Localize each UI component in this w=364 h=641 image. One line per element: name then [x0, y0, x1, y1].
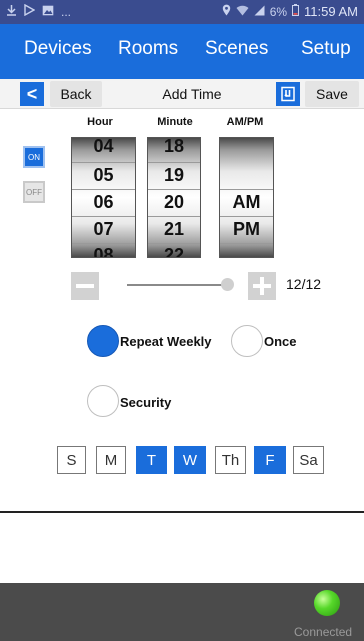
am-option[interactable]: AM [220, 192, 273, 213]
save-icon[interactable] [276, 82, 300, 106]
day-friday[interactable]: F [254, 446, 286, 474]
minute-option[interactable]: 18 [148, 138, 200, 157]
hour-option[interactable]: 07 [72, 219, 135, 240]
picker-divider [72, 162, 135, 163]
tab-scenes[interactable]: Scenes [205, 38, 268, 60]
slider-track[interactable] [127, 284, 227, 286]
wifi-icon [236, 5, 249, 19]
back-arrow-icon[interactable]: < [20, 82, 44, 106]
tab-setup[interactable]: Setup [301, 38, 351, 60]
location-icon [222, 4, 231, 19]
overflow-text: ... [61, 4, 72, 19]
pm-option[interactable]: PM [220, 219, 273, 240]
hour-option[interactable]: 08 [72, 245, 135, 257]
decrement-button[interactable] [71, 272, 99, 300]
toolbar: < Back Add Time Save [0, 79, 364, 109]
picker-divider [72, 216, 135, 217]
ampm-heading: AM/PM [226, 116, 264, 128]
day-monday[interactable]: M [96, 446, 126, 474]
hour-option[interactable]: 05 [72, 165, 135, 186]
back-button[interactable]: Back [50, 81, 102, 107]
security-label: Security [120, 395, 172, 410]
picker-divider [72, 189, 135, 190]
repeat-weekly-label: Repeat Weekly [120, 334, 212, 349]
day-saturday[interactable]: Sa [293, 446, 324, 474]
picker-divider [148, 189, 200, 190]
day-sunday[interactable]: S [57, 446, 86, 474]
repeat-weekly-radio[interactable] [87, 325, 119, 357]
picker-divider [220, 216, 273, 217]
picker-divider [220, 243, 273, 244]
day-wednesday[interactable]: W [174, 446, 206, 474]
plus-icon-vertical [260, 277, 264, 295]
minute-heading: Minute [157, 116, 193, 128]
hour-option[interactable]: 04 [72, 138, 135, 157]
battery-percent: 6% [269, 4, 288, 19]
status-bar-right: 6% 11:59 AM [222, 4, 358, 19]
image-icon [42, 5, 54, 19]
picker-divider [72, 243, 135, 244]
picker-divider [220, 189, 273, 190]
minute-picker[interactable]: 18 19 20 21 22 [147, 137, 201, 258]
play-store-icon [24, 3, 36, 19]
top-nav: Devices Rooms Scenes Setup [0, 24, 364, 79]
once-label: Once [264, 334, 297, 349]
day-tuesday[interactable]: T [136, 446, 167, 474]
tab-devices[interactable]: Devices [24, 38, 92, 60]
picker-divider [148, 162, 200, 163]
on-button[interactable]: ON [23, 146, 45, 168]
day-thursday[interactable]: Th [215, 446, 246, 474]
battery-icon [292, 4, 300, 19]
increment-button[interactable] [248, 272, 276, 300]
hour-picker[interactable]: 04 05 06 07 08 [71, 137, 136, 258]
minute-option[interactable]: 22 [148, 245, 200, 257]
slider-value: 12/12 [286, 276, 322, 292]
minute-option[interactable]: 21 [148, 219, 200, 240]
hour-option-selected[interactable]: 06 [72, 192, 135, 213]
connection-status: Connected [294, 625, 353, 639]
divider [0, 511, 364, 513]
status-bar: ... 6% 11:59 AM [0, 0, 364, 24]
download-icon [6, 4, 17, 19]
slider-handle[interactable] [221, 278, 234, 291]
ampm-picker[interactable]: AM PM [219, 137, 274, 258]
tab-rooms[interactable]: Rooms [118, 38, 178, 60]
hour-heading: Hour [87, 116, 113, 128]
status-bar-left: ... [6, 3, 72, 19]
page-title: Add Time [162, 86, 222, 102]
picker-divider [148, 216, 200, 217]
connection-status-icon [314, 590, 340, 616]
once-radio[interactable] [231, 325, 263, 357]
minute-option-selected[interactable]: 20 [148, 192, 200, 213]
minus-icon [76, 284, 94, 288]
security-radio[interactable] [87, 385, 119, 417]
save-button[interactable]: Save [305, 81, 359, 107]
signal-icon [254, 5, 265, 19]
minute-option[interactable]: 19 [148, 165, 200, 186]
off-button[interactable]: OFF [23, 181, 45, 203]
clock: 11:59 AM [304, 4, 358, 19]
picker-divider [148, 243, 200, 244]
